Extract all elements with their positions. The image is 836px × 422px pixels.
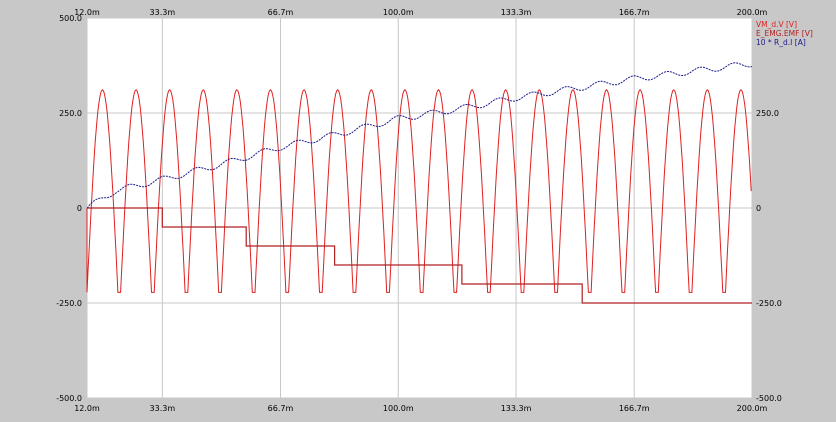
y-tick-right-1: 0	[756, 204, 761, 213]
y-tick-right-2: -250.0	[756, 299, 782, 308]
chart-container: 12.0m 12.0m 33.3m 33.3m 66.7m 66.7m 100.0m 100.…	[0, 0, 836, 422]
y-tick-left-4: -500.0	[56, 394, 82, 403]
chart-svg: 12.0m12.0m33.3m33.3m66.7m66.7m100.0m100.…	[56, 8, 813, 413]
legend-entry-1: E_EMG.EMF [V]	[756, 29, 813, 38]
x-tick-top-4: 133.3m	[501, 8, 532, 17]
legend: VM_d.V [V]E_EMG.EMF [V]10 * R_d.I [A]	[756, 20, 813, 47]
y-tick-right-0: 250.0	[756, 109, 779, 118]
legend-entry-2: 10 * R_d.I [A]	[756, 38, 806, 47]
y-tick-left-2: 0	[77, 204, 82, 213]
x-tick-top-5: 166.7m	[619, 8, 650, 17]
x-tick-bottom-4: 133.3m	[501, 404, 532, 413]
y-tick-left-1: 250.0	[59, 109, 82, 118]
x-tick-top-6: 200.0m	[737, 8, 768, 17]
x-tick-top-2: 66.7m	[268, 8, 294, 17]
legend-entry-0: VM_d.V [V]	[756, 20, 797, 29]
x-tick-bottom-6: 200.0m	[737, 404, 768, 413]
y-tick-right-3: -500.0	[756, 394, 782, 403]
x-tick-top-1: 33.3m	[150, 8, 176, 17]
x-tick-bottom-2: 66.7m	[268, 404, 294, 413]
x-tick-bottom-5: 166.7m	[619, 404, 650, 413]
y-tick-left-3: -250.0	[56, 299, 82, 308]
y-tick-left-0: 500.0	[59, 14, 82, 23]
x-tick-bottom-3: 100.0m	[383, 404, 414, 413]
x-tick-bottom-0: 12.0m	[74, 404, 100, 413]
x-tick-bottom-1: 33.3m	[150, 404, 176, 413]
x-tick-top-3: 100.0m	[383, 8, 414, 17]
